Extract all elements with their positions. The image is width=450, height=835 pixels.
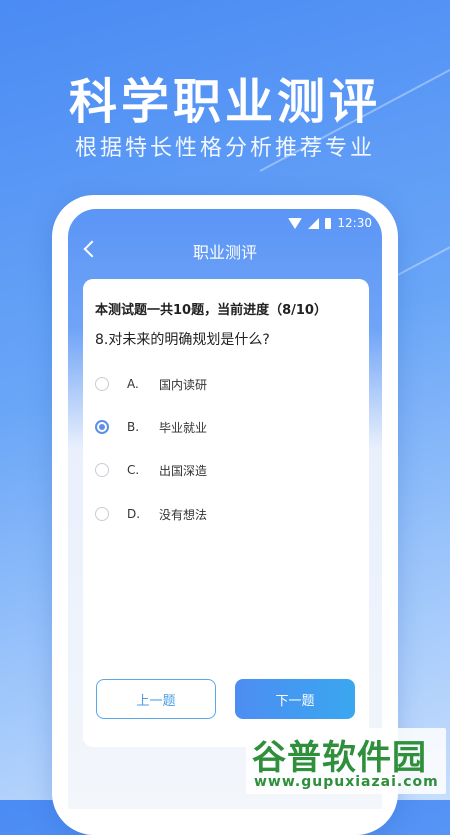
option-letter: A. (127, 377, 139, 391)
watermark-url: www.gupuxiazai.com (254, 774, 439, 790)
option-c[interactable]: C. 出国深造 (95, 459, 355, 481)
signal-icon (308, 217, 320, 229)
status-time: 12:30 (337, 216, 372, 230)
battery-icon (325, 217, 332, 229)
option-label: 国内读研 (159, 377, 208, 392)
radio-option-b[interactable] (95, 420, 109, 434)
quiz-card: 本测试题一共10题，当前进度（8/10） 8.对未来的明确规划是什么? A. 国… (83, 279, 369, 747)
option-label: 没有想法 (159, 507, 208, 522)
question-text: 8.对未来的明确规划是什么? (95, 332, 270, 348)
previous-question-button[interactable]: 上一题 (96, 679, 216, 719)
hero-title: 科学职业测评 (68, 74, 381, 130)
progress-text: 本测试题一共10题，当前进度（8/10） (95, 303, 327, 318)
radio-option-d[interactable] (95, 507, 109, 521)
watermark-title: 谷普软件园 (252, 738, 427, 778)
option-b[interactable]: B. 毕业就业 (95, 416, 355, 438)
status-bar: 12:30 (288, 215, 372, 231)
option-letter: D. (127, 507, 141, 521)
app-screen: 12:30 职业测评 本测试题一共10题，当前进度（8/10） 8.对未来的明确… (68, 209, 382, 809)
watermark-logo: 谷普软件园 www.gupuxiazai.com (246, 728, 446, 794)
radio-option-a[interactable] (95, 377, 109, 391)
option-label: 毕业就业 (159, 420, 208, 435)
wifi-icon (288, 217, 303, 229)
radio-option-c[interactable] (95, 463, 109, 477)
option-letter: B. (127, 420, 140, 434)
option-letter: C. (127, 463, 140, 477)
option-a[interactable]: A. 国内读研 (95, 373, 355, 395)
option-d[interactable]: D. 没有想法 (95, 503, 355, 525)
hero-subtitle: 根据特长性格分析推荐专业 (74, 136, 375, 161)
option-label: 出国深造 (159, 463, 208, 478)
next-question-button[interactable]: 下一题 (235, 679, 355, 719)
page-title: 职业测评 (192, 243, 257, 262)
